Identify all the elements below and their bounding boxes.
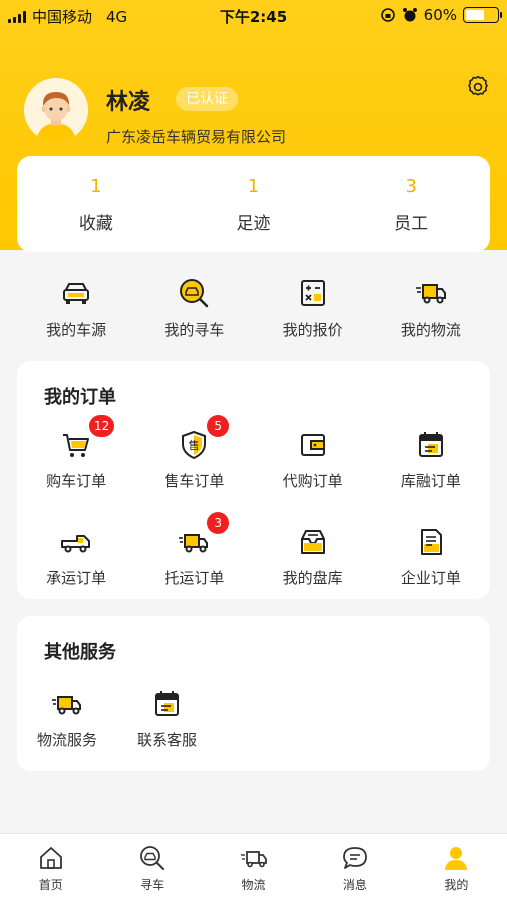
order-label: 售车订单 [164, 472, 225, 490]
stat-value: 1 [90, 176, 102, 197]
status-bar: 中国移动 4G 下午2:45 60% [0, 0, 507, 30]
stat-footprints[interactable]: 1 足迹 [175, 156, 333, 252]
order-stock-check[interactable]: 我的盘库 [254, 526, 372, 588]
car-search-icon [140, 846, 165, 870]
rotation-lock-icon [380, 8, 395, 22]
verified-badge: 已认证 [176, 87, 238, 111]
truck-icon [240, 851, 267, 868]
status-right: 60% [380, 6, 502, 24]
wallet-icon [300, 434, 325, 456]
person-icon [445, 847, 468, 870]
quick-links: 我的车源 我的寻车 我的报价 我的物流 [17, 276, 490, 340]
order-badge: 5 [207, 415, 230, 437]
service-label: 联系客服 [136, 731, 197, 749]
order-label: 托运订单 [164, 569, 225, 587]
bottom-nav: 首页 寻车 物流 消息 我的 [0, 833, 507, 900]
stat-value: 1 [247, 176, 260, 197]
order-label: 库融订单 [400, 472, 461, 490]
orders-row-1: 12 购车订单 售 5 售车订单 代购订单 库融订单 [17, 415, 490, 491]
sell-shield-icon: 售 [182, 430, 207, 460]
order-label: 企业订单 [400, 569, 461, 587]
nav-label: 首页 [38, 878, 63, 892]
calendar-icon [418, 432, 443, 457]
orders-title: 我的订单 [44, 387, 116, 408]
order-label: 代购订单 [282, 472, 343, 490]
quick-link-my-logistics[interactable]: 我的物流 [372, 276, 490, 340]
stat-employees[interactable]: 3 员工 [332, 156, 490, 252]
stat-favorites[interactable]: 1 收藏 [17, 156, 175, 252]
nav-home[interactable]: 首页 [0, 834, 101, 900]
order-purchase[interactable]: 12 购车订单 [17, 415, 135, 491]
other-services-card: 其他服务 物流服务 联系客服 [17, 616, 490, 771]
quick-link-my-quotes[interactable]: 我的报价 [254, 276, 372, 340]
nav-label: 我的 [444, 878, 469, 892]
quick-link-label: 我的寻车 [164, 321, 225, 339]
quick-link-label: 我的车源 [46, 321, 107, 339]
order-consignment[interactable]: 3 托运订单 [135, 512, 253, 588]
service-logistics[interactable]: 物流服务 [17, 688, 117, 750]
logistics-icon [52, 696, 81, 715]
svg-text:售: 售 [189, 438, 200, 452]
stat-label: 员工 [394, 214, 429, 234]
order-inventory-finance[interactable]: 库融订单 [372, 429, 490, 491]
quick-link-label: 我的物流 [400, 321, 461, 339]
other-services-title: 其他服务 [44, 642, 116, 663]
pickup-truck-icon [61, 535, 91, 553]
customer-service-icon [155, 691, 179, 716]
alarm-icon [402, 8, 417, 22]
nav-logistics[interactable]: 物流 [203, 834, 304, 900]
message-icon [343, 847, 367, 869]
stat-label: 足迹 [236, 214, 271, 234]
order-label: 承运订单 [46, 569, 107, 587]
stats-card: 1 收藏 1 足迹 3 员工 [17, 156, 490, 252]
order-label: 我的盘库 [282, 569, 343, 587]
order-agency[interactable]: 代购订单 [254, 429, 372, 491]
quick-link-my-car-search[interactable]: 我的寻车 [135, 276, 253, 340]
service-customer-support[interactable]: 联系客服 [117, 688, 217, 750]
inbox-icon [300, 530, 325, 554]
quick-link-my-cars[interactable]: 我的车源 [17, 276, 135, 340]
nav-label: 消息 [342, 878, 367, 892]
order-enterprise[interactable]: 企业订单 [372, 526, 490, 588]
nav-mine[interactable]: 我的 [406, 834, 507, 900]
nav-car-search[interactable]: 寻车 [101, 834, 202, 900]
stat-label: 收藏 [78, 214, 113, 234]
order-badge: 12 [89, 415, 115, 437]
other-services-grid: 物流服务 联系客服 [17, 688, 217, 750]
cart-icon [63, 434, 90, 457]
orders-row-2: 承运订单 3 托运订单 我的盘库 企业订单 [17, 512, 490, 588]
order-sale[interactable]: 售 5 售车订单 [135, 415, 253, 491]
home-icon [39, 847, 62, 869]
nav-label: 物流 [241, 878, 266, 892]
service-label: 物流服务 [36, 731, 97, 749]
battery-percent: 60% [423, 6, 457, 24]
company-name: 广东凌岳车辆贸易有限公司 [106, 128, 287, 146]
battery-icon [463, 7, 502, 23]
order-label: 购车订单 [46, 472, 107, 490]
avatar[interactable] [24, 78, 88, 142]
car-search-icon [180, 279, 209, 308]
car-icon [63, 283, 90, 304]
gear-icon[interactable] [465, 74, 491, 100]
quick-link-label: 我的报价 [282, 321, 343, 339]
orders-card: 我的订单 12 购车订单 售 5 售车订单 代购订单 库融订单 承运订单 3 托… [17, 361, 490, 599]
delivery-truck-icon [179, 534, 209, 553]
document-icon [420, 529, 442, 555]
order-badge: 3 [207, 512, 230, 534]
nav-label: 寻车 [140, 878, 165, 892]
user-name: 林凌 [106, 90, 151, 115]
nav-messages[interactable]: 消息 [304, 834, 405, 900]
order-carrier[interactable]: 承运订单 [17, 526, 135, 588]
truck-icon [415, 284, 446, 304]
calculator-icon [300, 280, 325, 306]
stat-value: 3 [405, 176, 417, 197]
